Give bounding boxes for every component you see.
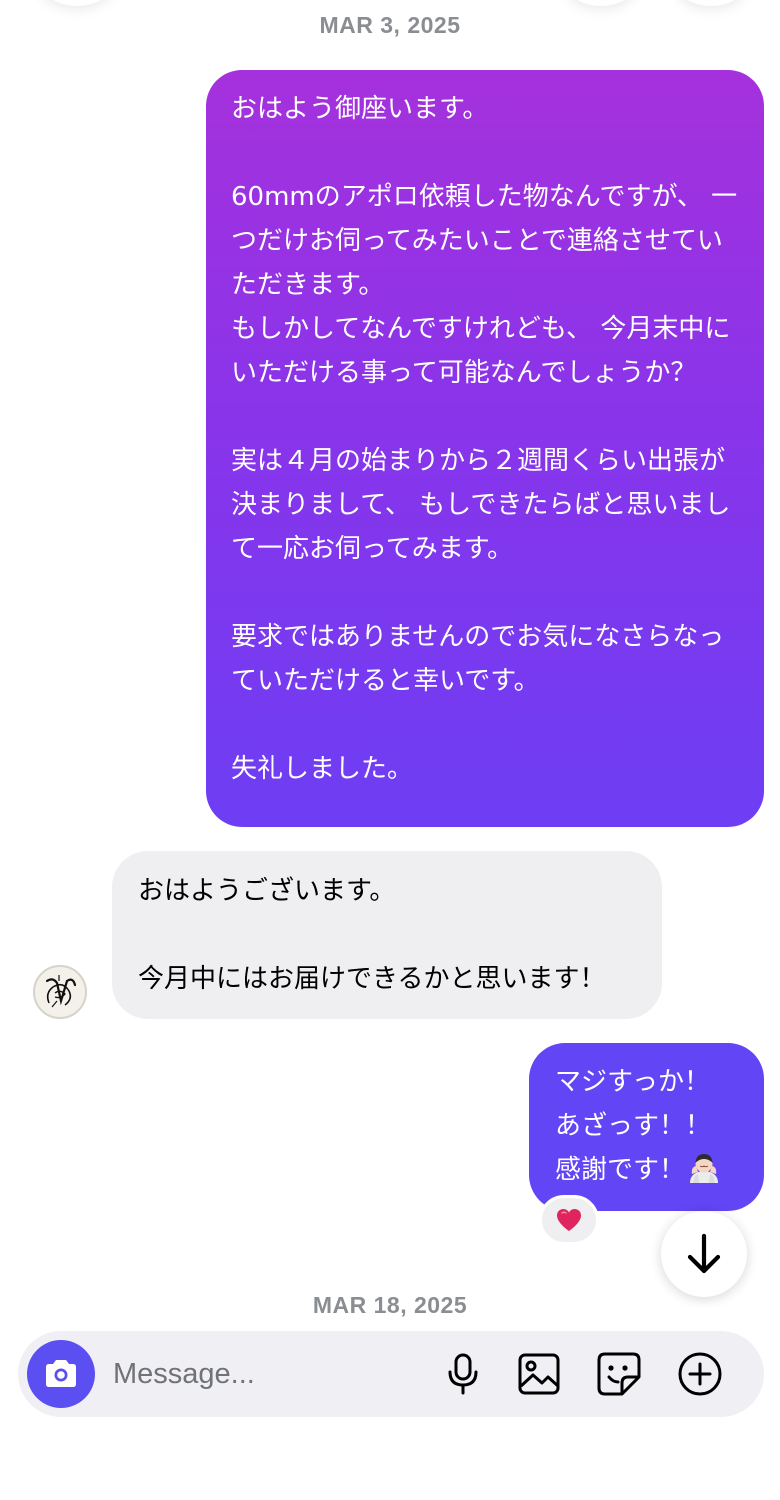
sticker-icon — [597, 1352, 641, 1396]
camera-button[interactable] — [27, 1340, 95, 1408]
message-input[interactable] — [113, 1351, 423, 1397]
arrow-down-icon — [687, 1233, 721, 1274]
sent-message-bubble[interactable]: おはよう御座います。 60mmのアポロ依頼した物なんですが、 一つだけお伺ってみ… — [206, 70, 764, 827]
person-bowing-emoji-icon — [687, 1150, 721, 1184]
voice-message-button[interactable] — [439, 1350, 487, 1398]
gallery-icon — [518, 1353, 560, 1395]
camera-icon — [46, 1360, 76, 1387]
microphone-icon — [448, 1353, 478, 1395]
scroll-to-bottom-button[interactable] — [661, 1211, 747, 1297]
message-composer — [18, 1331, 764, 1417]
received-message-bubble[interactable]: おはようございます。 今月中にはお届けできるかと思います！ — [112, 851, 662, 1019]
plus-icon — [678, 1352, 722, 1396]
gallery-button[interactable] — [515, 1350, 563, 1398]
sent-message-bubble[interactable]: マジすっか！ あざっす！！ 感謝です！ — [529, 1043, 764, 1211]
date-separator: MAR 3, 2025 — [319, 12, 461, 38]
chat-screen: MAR 3, 2025 おはよう御座います。 60mmのアポロ依頼した物なんです… — [0, 0, 780, 1500]
header-avatar-fragment — [40, 0, 114, 6]
contact-avatar[interactable] — [33, 965, 87, 1019]
heart-icon — [557, 1209, 581, 1231]
header-call-button-fragment — [566, 0, 636, 6]
heart-reaction-badge[interactable] — [539, 1195, 599, 1245]
date-separator: MAR 18, 2025 — [312, 1292, 468, 1318]
more-options-button[interactable] — [676, 1350, 724, 1398]
sticker-button[interactable] — [595, 1350, 643, 1398]
header-video-button-fragment — [676, 0, 746, 6]
